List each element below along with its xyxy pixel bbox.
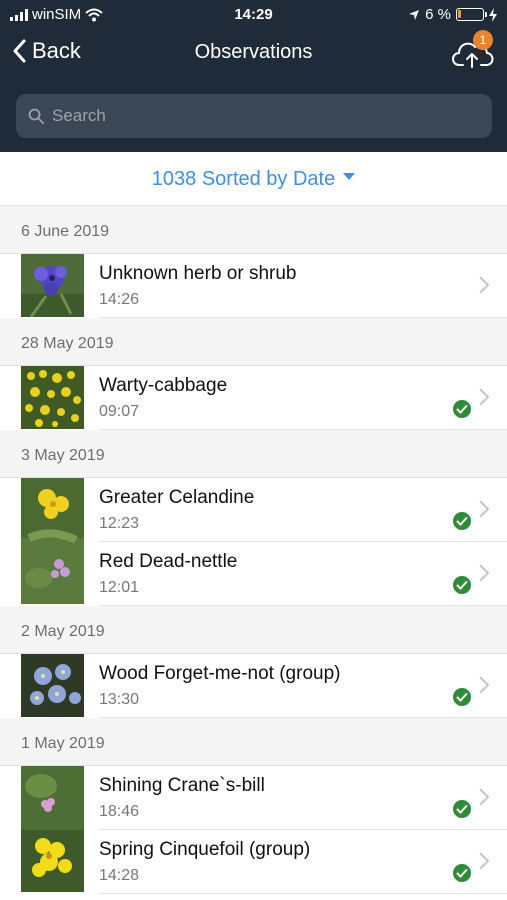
- observation-row[interactable]: Greater Celandine 12:23: [99, 478, 507, 542]
- species-name: Red Dead-nettle: [99, 551, 238, 572]
- species-name: Wood Forget-me-not (group): [99, 663, 341, 684]
- observation-group: Wood Forget-me-not (group) 13:30: [0, 654, 507, 718]
- chevron-right-icon: [479, 788, 489, 806]
- caret-down-icon: [343, 173, 356, 181]
- verified-check-icon: [453, 400, 471, 418]
- species-name: Spring Cinquefoil (group): [99, 839, 311, 860]
- search-bar: [16, 94, 492, 138]
- observation-row[interactable]: Spring Cinquefoil (group) 14:28: [99, 830, 507, 894]
- species-name: Shining Crane`s-bill: [99, 775, 265, 796]
- observation-thumbnail[interactable]: [21, 478, 84, 604]
- chevron-right-icon: [479, 852, 489, 870]
- date-header: 3 May 2019: [0, 430, 507, 478]
- observation-group: Shining Crane`s-bill 18:46 Spring Cinque…: [0, 766, 507, 894]
- navigation-bar: Back Observations 1: [0, 30, 507, 76]
- chevron-right-icon: [479, 500, 489, 518]
- observation-group: Warty-cabbage 09:07: [0, 366, 507, 430]
- observation-time: 18:46: [99, 803, 140, 820]
- observation-thumbnail[interactable]: [21, 766, 84, 892]
- verified-check-icon: [453, 512, 471, 530]
- observation-time: 09:07: [99, 403, 140, 420]
- chevron-right-icon: [479, 388, 489, 406]
- date-header: 28 May 2019: [0, 318, 507, 366]
- date-header: 1 May 2019: [0, 718, 507, 766]
- search-input[interactable]: [52, 106, 452, 126]
- observation-group: Unknown herb or shrub 14:26: [0, 254, 507, 318]
- chevron-right-icon: [479, 276, 489, 294]
- species-name: Unknown herb or shrub: [99, 263, 297, 284]
- species-name: Warty-cabbage: [99, 375, 228, 396]
- observation-row[interactable]: Unknown herb or shrub 14:26: [99, 254, 507, 318]
- page-title: Observations: [194, 41, 313, 63]
- charging-icon: [489, 7, 497, 22]
- upload-count-badge: 1: [473, 30, 493, 50]
- verified-check-icon: [453, 864, 471, 882]
- verified-check-icon: [453, 800, 471, 818]
- location-icon: [409, 9, 420, 20]
- observation-time: 13:30: [99, 691, 140, 708]
- verified-check-icon: [453, 688, 471, 706]
- species-name: Greater Celandine: [99, 487, 255, 508]
- status-bar: winSIM 14:29 6 %: [0, 0, 507, 30]
- observation-row[interactable]: Red Dead-nettle 12:01: [99, 542, 507, 606]
- observation-time: 14:28: [99, 867, 140, 884]
- observation-thumbnail[interactable]: [21, 366, 84, 429]
- chevron-right-icon: [479, 676, 489, 694]
- observation-time: 12:01: [99, 579, 140, 596]
- top-bar: winSIM 14:29 6 % Back Observations 1: [0, 0, 507, 152]
- sort-dropdown[interactable]: 1038 Sorted by Date: [0, 152, 507, 206]
- observation-thumbnail[interactable]: [21, 254, 84, 317]
- observation-group: Greater Celandine 12:23 Red Dead-nettle …: [0, 478, 507, 606]
- date-header: 6 June 2019: [0, 206, 507, 254]
- battery-percent: 6 %: [425, 6, 451, 23]
- upload-button[interactable]: 1: [451, 30, 495, 72]
- observation-row[interactable]: Warty-cabbage 09:07: [99, 366, 507, 430]
- observation-thumbnail[interactable]: [21, 654, 84, 717]
- chevron-right-icon: [479, 564, 489, 582]
- observation-time: 12:23: [99, 515, 140, 532]
- sort-label: 1038 Sorted by Date: [151, 168, 336, 190]
- search-icon: [28, 108, 44, 124]
- date-header: 2 May 2019: [0, 606, 507, 654]
- observation-list: 6 June 2019 Unknown herb or shrub 14:26 …: [0, 206, 507, 894]
- battery-icon: [456, 8, 487, 21]
- observation-row[interactable]: Wood Forget-me-not (group) 13:30: [99, 654, 507, 718]
- observation-row[interactable]: Shining Crane`s-bill 18:46: [99, 766, 507, 830]
- verified-check-icon: [453, 576, 471, 594]
- observation-time: 14:26: [99, 291, 140, 308]
